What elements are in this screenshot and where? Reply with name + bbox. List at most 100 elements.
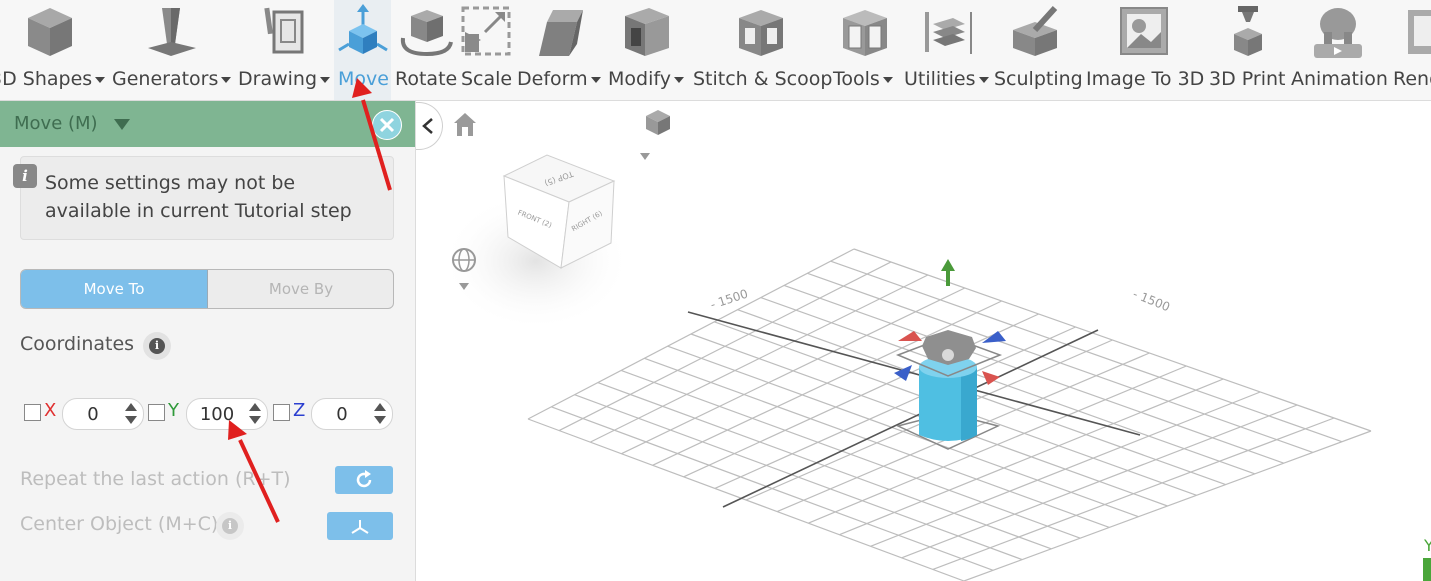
toolbar-drawing[interactable]: Drawing — [236, 0, 334, 100]
grid-label-right: - 1500 — [1131, 287, 1172, 314]
3d-print-icon — [1234, 6, 1262, 56]
toolbar-scale[interactable]: Scale — [459, 0, 513, 100]
center-object-button[interactable] — [327, 512, 393, 540]
toolbar-image-to-3d[interactable]: Image To 3D — [1085, 0, 1206, 100]
drawing-icon — [264, 7, 304, 54]
cube-icon — [28, 8, 72, 56]
grid-line — [839, 378, 1224, 536]
toolbar-3d-shapes[interactable]: 3D Shapes — [0, 0, 108, 100]
y-checkbox[interactable] — [148, 404, 165, 421]
utilities-icon — [925, 12, 972, 54]
home-icon[interactable] — [454, 113, 476, 136]
projection-toggle-icon[interactable] — [640, 110, 670, 160]
info-icon: i — [222, 518, 238, 534]
toolbar-move[interactable]: Move — [334, 0, 391, 100]
tutorial-info-text: Some settings may not be available in cu… — [45, 172, 352, 222]
toolbar-3d-print-label: 3D Print — [1209, 68, 1286, 90]
chevron-down-icon — [673, 76, 684, 83]
decrement-icon[interactable] — [125, 416, 137, 424]
move-mode-toggle: Move To Move By — [20, 269, 394, 309]
grid-line — [932, 417, 1335, 570]
render-icon — [1408, 10, 1431, 54]
move-to-tab[interactable]: Move To — [21, 270, 208, 308]
coordinates-info-button[interactable]: i — [143, 332, 171, 360]
toolbar-utilities-label: Utilities — [904, 68, 976, 90]
z-axis-label: Z — [293, 400, 306, 421]
decrement-icon[interactable] — [374, 416, 386, 424]
toolbar-render-label: Rend — [1393, 68, 1431, 90]
toolbar-3d-print[interactable]: 3D Print — [1208, 0, 1288, 100]
toolbar-sculpting-label: Sculpting — [994, 68, 1083, 90]
toolbar-sculpting[interactable]: Sculpting — [993, 0, 1083, 100]
y-value[interactable]: 100 — [187, 404, 247, 425]
coordinates-label: Coordinates — [20, 333, 135, 355]
move-by-tab[interactable]: Move By — [208, 270, 393, 308]
center-axes-icon — [351, 520, 369, 534]
x-checkbox[interactable] — [24, 404, 41, 421]
scale-icon — [461, 6, 511, 56]
generator-icon — [148, 8, 196, 56]
grid-label-left: - 1500 — [709, 287, 750, 312]
rotate-icon — [400, 10, 453, 57]
grid-line — [808, 365, 1187, 524]
selected-cylinder-object[interactable] — [895, 330, 1003, 450]
modify-icon — [625, 8, 669, 56]
info-icon: i — [13, 164, 37, 188]
increment-icon[interactable] — [249, 403, 261, 411]
toolbar-drawing-label: Drawing — [238, 68, 318, 90]
3d-viewport[interactable]: - 1500 - 1500 TOP (5) FRONT (2) RIGHT (6… — [416, 101, 1431, 581]
toolbar-scale-label: Scale — [461, 68, 513, 90]
chevron-down-icon — [221, 76, 232, 83]
toolbar-render[interactable]: Rend — [1392, 0, 1431, 100]
chevron-down-icon — [590, 76, 601, 83]
toolbar-utilities[interactable]: Utilities — [903, 0, 991, 100]
center-object-info-button[interactable]: i — [216, 512, 244, 540]
toolbar-generators[interactable]: Generators — [110, 0, 235, 100]
increment-icon[interactable] — [374, 403, 386, 411]
toolbar-animation[interactable]: Animation — [1290, 0, 1390, 100]
grid-line — [963, 430, 1372, 581]
toolbar-stitch-scoop[interactable]: Stitch & Scoop — [693, 0, 832, 100]
toolbar-modify[interactable]: Modify — [607, 0, 691, 100]
repeat-action-label: Repeat the last action (R+T) — [20, 468, 291, 490]
y-axis-label: Y — [168, 400, 179, 421]
main-toolbar: 3D Shapes Generators Drawing Move Rotate… — [0, 0, 1431, 101]
panel-title: Move (M) — [14, 113, 98, 134]
info-icon: i — [149, 338, 165, 354]
toolbar-generators-label: Generators — [112, 68, 219, 90]
deform-icon — [539, 10, 583, 56]
chevron-left-icon — [422, 118, 433, 134]
repeat-action-button[interactable] — [335, 466, 393, 494]
chevron-down-icon — [882, 76, 893, 83]
stitch-scoop-icon — [739, 10, 783, 56]
toolbar-image-to-3d-label: Image To 3D — [1086, 68, 1205, 90]
toolbar-move-label: Move — [338, 68, 389, 90]
chevron-down-icon — [320, 76, 331, 83]
panel-header[interactable]: Move (M) — [0, 101, 415, 147]
sculpting-icon — [1013, 5, 1058, 56]
toolbar-deform[interactable]: Deform — [515, 0, 605, 100]
x-value-stepper[interactable]: 0 — [62, 398, 144, 430]
x-value[interactable]: 0 — [63, 404, 123, 425]
chevron-down-icon — [95, 76, 106, 83]
chevron-down-icon[interactable] — [114, 119, 130, 130]
y-value-stepper[interactable]: 100 — [186, 398, 268, 430]
z-checkbox[interactable] — [273, 404, 290, 421]
tools-icon — [843, 10, 887, 56]
toolbar-tools[interactable]: Tools — [831, 0, 901, 100]
z-value[interactable]: 0 — [312, 404, 372, 425]
toolbar-rotate-label: Rotate — [395, 68, 458, 90]
toolbar-rotate[interactable]: Rotate — [393, 0, 457, 100]
increment-icon[interactable] — [125, 403, 137, 411]
toolbar-modify-label: Modify — [608, 68, 671, 90]
center-object-label: Center Object (M+C) — [20, 513, 219, 535]
grid-line — [737, 309, 1226, 486]
toolbar-deform-label: Deform — [517, 68, 588, 90]
z-value-stepper[interactable]: 0 — [311, 398, 393, 430]
close-icon — [379, 117, 395, 133]
axis-indicator-label: Y — [1423, 536, 1431, 555]
x-axis-label: X — [44, 400, 57, 421]
decrement-icon[interactable] — [249, 416, 261, 424]
close-button[interactable] — [372, 110, 402, 140]
refresh-icon — [356, 470, 372, 488]
